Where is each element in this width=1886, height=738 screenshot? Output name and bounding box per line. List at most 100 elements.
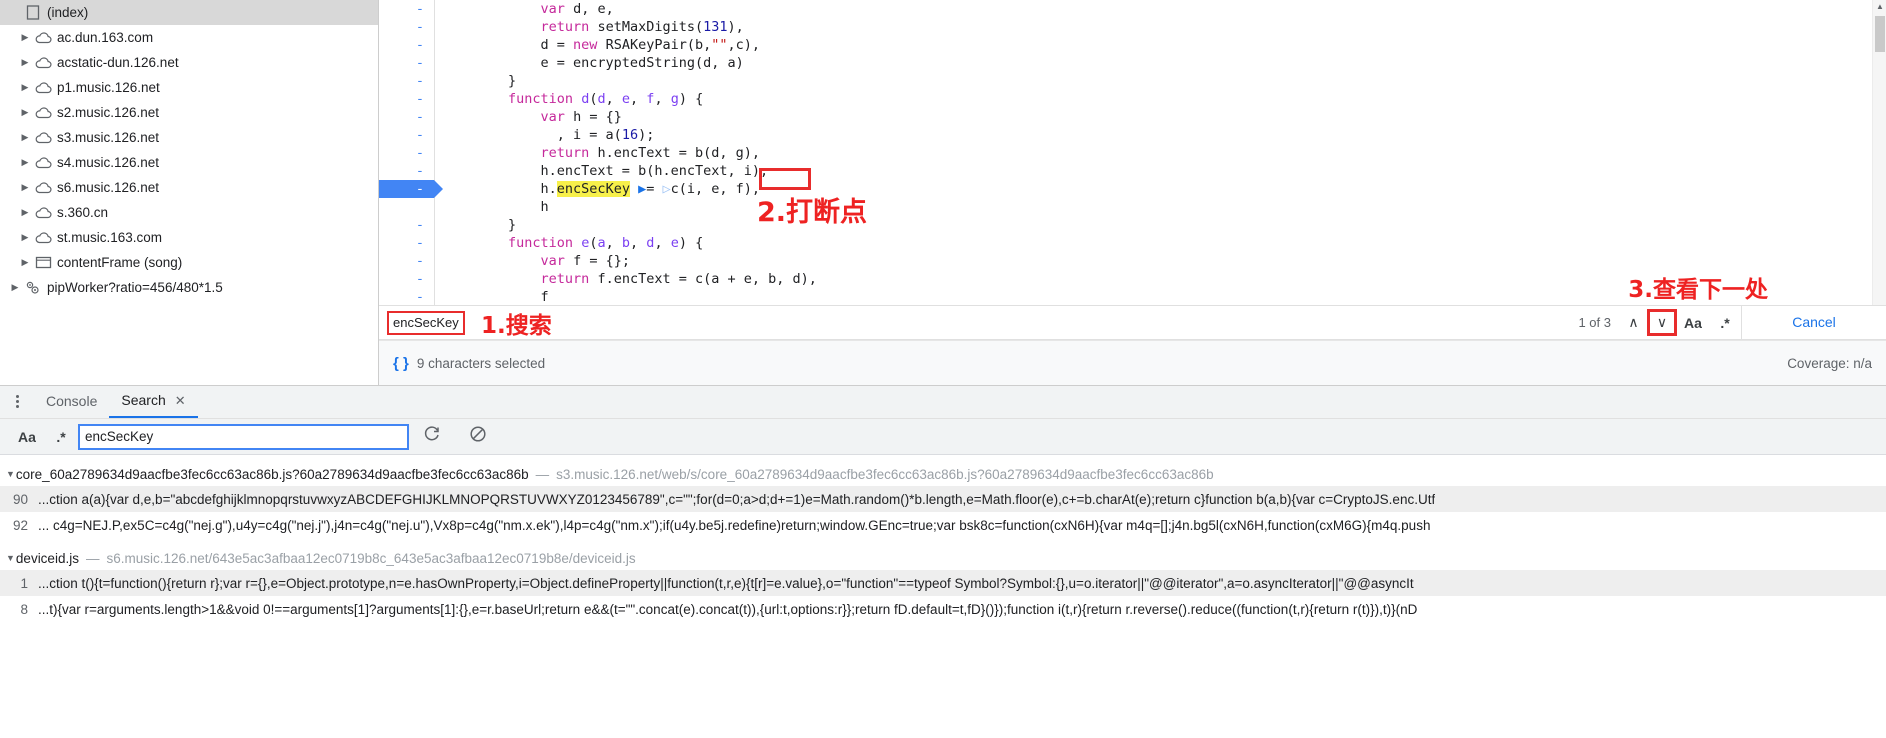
code-token: f = {}; — [564, 253, 630, 269]
code-token: return — [540, 271, 590, 287]
code-token: h = {} — [564, 109, 622, 125]
code-line[interactable]: - d = new RSAKeyPair(b,"",c), — [379, 36, 1872, 54]
drawer-tab-console[interactable]: Console — [34, 385, 109, 418]
find-next-button[interactable]: ∨ — [1647, 309, 1677, 336]
tree-item[interactable]: ▶ contentFrame (song) — [0, 250, 378, 275]
pretty-print-icon[interactable]: { } — [393, 355, 409, 372]
drawer-tab-label: Console — [46, 393, 98, 409]
code-line-breakpoint[interactable]: - h.encSecKey ▶= ▷c(i, e, f), — [379, 180, 1872, 198]
line-gutter[interactable]: - — [379, 18, 434, 36]
close-icon[interactable]: ✕ — [175, 384, 186, 417]
search-result-file[interactable]: ▼ core_60a2789634d9aacfbe3fec6cc63ac86b.j… — [0, 462, 1886, 486]
find-prev-button[interactable]: ∧ — [1620, 309, 1647, 336]
scroll-thumb[interactable] — [1875, 16, 1885, 52]
find-match-case-button[interactable]: Aa — [1677, 309, 1709, 336]
line-gutter[interactable]: - — [379, 90, 434, 108]
editor-find-bar[interactable]: encSecKey 1.搜索 1 of 3 ∧ ∨ Aa .* Cancel 3… — [379, 277, 1886, 340]
tree-item-label: acstatic-dun.126.net — [57, 55, 179, 70]
chevron-right-icon[interactable]: ▶ — [18, 233, 32, 242]
selection-status: 9 characters selected — [416, 355, 546, 371]
more-options-icon[interactable] — [0, 385, 34, 418]
search-results-list[interactable]: ▼ core_60a2789634d9aacfbe3fec6cc63ac86b.j… — [0, 455, 1886, 737]
line-gutter[interactable]: - — [379, 252, 434, 270]
line-gutter[interactable]: - — [379, 108, 434, 126]
tree-item[interactable]: ▶ s3.music.126.net — [0, 125, 378, 150]
chevron-right-icon[interactable]: ▶ — [18, 33, 32, 42]
code-line[interactable]: - var h = {} — [379, 108, 1872, 126]
line-gutter[interactable]: - — [379, 72, 434, 90]
line-gutter[interactable]: - — [379, 54, 434, 72]
line-gutter[interactable]: - — [379, 144, 434, 162]
clear-icon[interactable] — [455, 425, 501, 448]
search-result-file[interactable]: ▼ deviceid.js — s6.music.126.net/643e5ac3af… — [0, 546, 1886, 570]
code-line[interactable]: - var d, e, — [379, 0, 1872, 18]
code-line[interactable]: - } — [379, 72, 1872, 90]
chevron-right-icon[interactable]: ▶ — [18, 133, 32, 142]
search-regex-button[interactable]: .* — [44, 429, 78, 445]
tree-item[interactable]: ▶ acstatic-dun.126.net — [0, 50, 378, 75]
tree-item[interactable]: ▶ ac.dun.163.com — [0, 25, 378, 50]
file-navigator-tree[interactable]: (index) ▶ ac.dun.163.com ▶ acstatic-dun.126… — [0, 0, 379, 385]
code-line[interactable]: - } — [379, 216, 1872, 234]
code-token: , — [654, 91, 671, 107]
chevron-right-icon[interactable]: ▶ — [18, 58, 32, 67]
scroll-up-arrow[interactable]: ▲ — [1873, 0, 1886, 14]
chevron-right-icon[interactable]: ▶ — [8, 283, 22, 292]
tree-item[interactable]: ▶ st.music.163.com — [0, 225, 378, 250]
result-file-name: core_60a2789634d9aacfbe3fec6cc63ac86b.js… — [15, 466, 529, 482]
line-gutter[interactable]: - — [379, 0, 434, 18]
chevron-down-icon[interactable]: ▼ — [6, 553, 15, 563]
find-match-count: 1 of 3 — [1578, 315, 1611, 330]
search-match-case-button[interactable]: Aa — [10, 429, 44, 445]
code-line[interactable]: - function d(d, e, f, g) { — [379, 90, 1872, 108]
code-line[interactable]: - var f = {}; — [379, 252, 1872, 270]
search-result-row[interactable]: 8 ...t){var r=arguments.length>1&&void 0!… — [0, 596, 1886, 622]
line-gutter[interactable]: - — [379, 270, 434, 288]
code-line[interactable]: - function e(a, b, d, e) { — [379, 234, 1872, 252]
search-result-row[interactable]: 1 ...ction t(){t=function(){return r};var… — [0, 570, 1886, 596]
line-gutter[interactable]: - — [379, 288, 434, 306]
code-line[interactable]: - return setMaxDigits(131), — [379, 18, 1872, 36]
chevron-right-icon[interactable]: ▶ — [18, 208, 32, 217]
chevron-right-icon[interactable]: ▶ — [18, 258, 32, 267]
tree-item[interactable]: ▶ p1.music.126.net — [0, 75, 378, 100]
line-gutter[interactable]: - — [379, 234, 434, 252]
find-regex-button[interactable]: .* — [1709, 309, 1741, 336]
code-line[interactable]: - e = encryptedString(d, a) — [379, 54, 1872, 72]
chevron-right-icon[interactable]: ▶ — [18, 158, 32, 167]
tree-item[interactable]: ▶ s6.music.126.net — [0, 175, 378, 200]
line-gutter[interactable]: - — [379, 162, 434, 180]
drawer-tab-search[interactable]: Search ✕ — [109, 384, 198, 418]
refresh-icon[interactable] — [409, 425, 455, 448]
tree-item-index[interactable]: (index) — [0, 0, 378, 25]
line-gutter[interactable]: - — [379, 216, 434, 234]
line-gutter[interactable] — [379, 198, 434, 216]
find-input[interactable]: encSecKey — [387, 310, 465, 335]
code-editor[interactable]: - var d, e, - return setMaxDigits(131), - … — [379, 0, 1886, 385]
search-result-row[interactable]: 90 ...ction a(a){var d,e,b="abcdefghijklm… — [0, 486, 1886, 512]
editor-vertical-scrollbar[interactable]: ▲ ▼ — [1872, 0, 1886, 340]
code-line[interactable]: h — [379, 198, 1872, 216]
search-input[interactable] — [78, 423, 409, 450]
chevron-right-icon[interactable]: ▶ — [18, 83, 32, 92]
code-line[interactable]: - return h.encText = b(d, g), — [379, 144, 1872, 162]
code-line[interactable]: - h.encText = b(h.encText, i), — [379, 162, 1872, 180]
tree-item[interactable]: ▶ s2.music.126.net — [0, 100, 378, 125]
chevron-down-icon[interactable]: ▼ — [6, 469, 15, 479]
code-line-text: e = encryptedString(d, a) — [435, 54, 744, 72]
code-line[interactable]: - , i = a(16); — [379, 126, 1872, 144]
line-gutter[interactable]: - — [379, 180, 443, 198]
code-line-text: return setMaxDigits(131), — [435, 18, 744, 36]
search-result-row[interactable]: 92 ... c4g=NEJ.P,ex5C=c4g("nej.g"),u4y=c4… — [0, 512, 1886, 538]
line-gutter[interactable]: - — [379, 126, 434, 144]
tree-item[interactable]: ▶ pipWorker?ratio=456/480*1.5 — [0, 275, 378, 300]
chevron-right-icon[interactable]: ▶ — [18, 108, 32, 117]
find-cancel-button[interactable]: Cancel — [1741, 305, 1886, 340]
tree-item[interactable]: ▶ s.360.cn — [0, 200, 378, 225]
tree-item[interactable]: ▶ s4.music.126.net — [0, 150, 378, 175]
chevron-right-icon[interactable]: ▶ — [18, 183, 32, 192]
line-gutter[interactable]: - — [379, 36, 434, 54]
